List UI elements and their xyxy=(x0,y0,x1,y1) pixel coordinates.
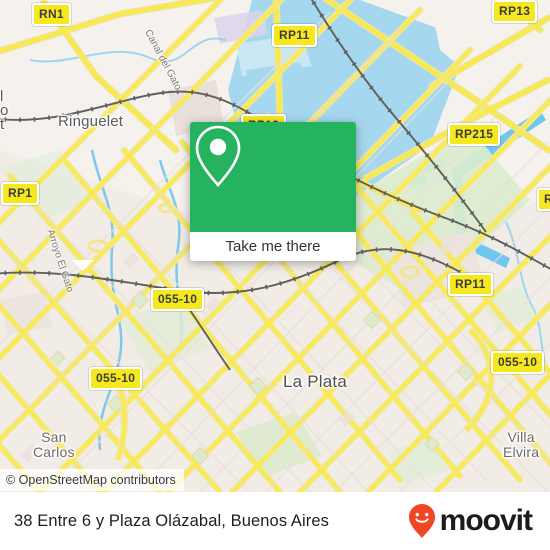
map-canvas[interactable]: Ringuelet La Plata San Carlos Villa Elvira RN… xyxy=(0,0,550,492)
road-shield: RP215 xyxy=(448,123,501,146)
footer-bar: 38 Entre 6 y Plaza Olázabal, Buenos Aire… xyxy=(0,492,550,550)
road-shield: RP13 xyxy=(492,0,538,23)
moovit-pin-smiley-icon xyxy=(408,504,435,538)
attribution-text: © OpenStreetMap contributors xyxy=(6,473,176,487)
road-shield: RP1 xyxy=(1,182,40,205)
road-shield: 055-10 xyxy=(491,351,545,374)
road-shield: 055-10 xyxy=(151,288,205,311)
moovit-brand[interactable]: moovit xyxy=(407,503,533,539)
road-shield: RN1 xyxy=(32,3,71,26)
callout-action[interactable]: Take me there xyxy=(190,232,356,261)
map-pin-icon xyxy=(195,125,241,187)
moovit-map-screenshot: Ringuelet La Plata San Carlos Villa Elvira RN… xyxy=(0,0,550,550)
road-shield: RP11 xyxy=(448,273,493,296)
location-title: 38 Entre 6 y Plaza Olázabal, Buenos Aire… xyxy=(14,511,330,530)
callout-pointer-tail xyxy=(72,260,94,271)
location-callout-card[interactable]: Take me there xyxy=(190,122,356,261)
callout-header xyxy=(190,122,356,232)
callout-action-label: Take me there xyxy=(225,238,321,255)
road-shield: RP11 xyxy=(272,24,317,47)
road-shield: 055-10 xyxy=(89,367,143,390)
map-attribution[interactable]: © OpenStreetMap contributors xyxy=(0,469,184,491)
road-shield: RP11 xyxy=(537,188,550,211)
moovit-wordmark: moovit xyxy=(439,504,533,537)
